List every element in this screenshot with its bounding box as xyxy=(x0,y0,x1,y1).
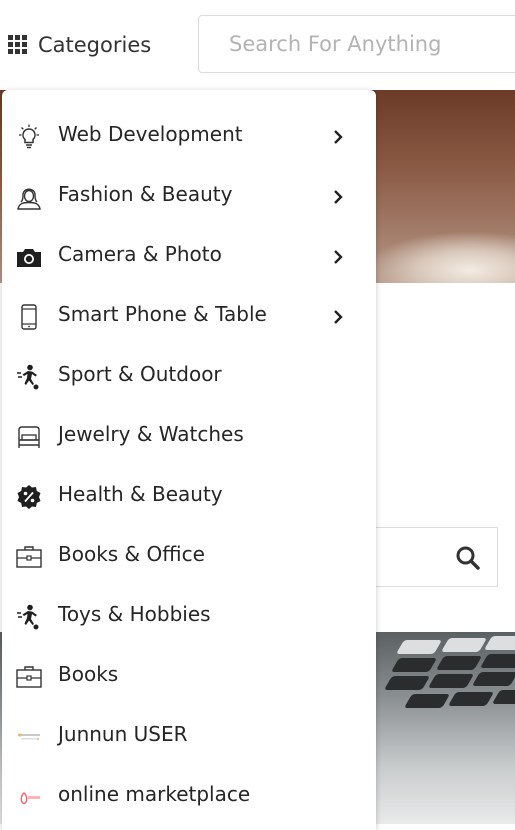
menu-item-junnun-user[interactable]: Junnun USER xyxy=(2,706,376,766)
brand-logo-icon xyxy=(18,733,40,741)
menu-item-label: Sport & Outdoor xyxy=(58,362,222,386)
airbnb-logo-icon xyxy=(20,792,40,805)
woman-avatar-icon xyxy=(17,188,41,210)
categories-label: Categories xyxy=(38,33,152,57)
menu-item-fashion-beauty[interactable]: Fashion & Beauty xyxy=(2,166,376,226)
menu-item-online-marketplace[interactable]: online marketplace xyxy=(2,766,376,826)
menu-item-jewelry-watches[interactable]: Jewelry & Watches xyxy=(2,406,376,466)
menu-item-label: Health & Beauty xyxy=(58,482,223,506)
chevron-right-icon xyxy=(334,130,343,144)
menu-item-books[interactable]: Books xyxy=(2,646,376,706)
menu-item-health-beauty[interactable]: Health & Beauty xyxy=(2,466,376,526)
soccer-player-icon xyxy=(17,604,39,630)
menu-item-toys-hobbies[interactable]: Toys & Hobbies xyxy=(2,586,376,646)
menu-item-label: Smart Phone & Table xyxy=(58,302,267,326)
menu-item-label: Books xyxy=(58,662,119,686)
search-icon[interactable] xyxy=(455,545,481,571)
menu-item-label: Jewelry & Watches xyxy=(58,422,244,446)
chevron-right-icon xyxy=(334,190,343,204)
background-search-field[interactable] xyxy=(360,527,498,587)
categories-dropdown-menu: Web Development Fashion & Beauty Camera … xyxy=(2,90,376,830)
briefcase-icon xyxy=(16,546,42,568)
menu-item-label: Web Development xyxy=(58,122,243,146)
search-box xyxy=(198,15,515,73)
bed-icon xyxy=(18,426,40,448)
chevron-right-icon xyxy=(334,310,343,324)
lightbulb-icon xyxy=(19,124,39,149)
grid-menu-icon xyxy=(8,35,27,54)
categories-toggle[interactable]: Categories xyxy=(8,30,151,60)
menu-item-label: Junnun USER xyxy=(58,722,188,746)
briefcase-icon xyxy=(16,666,42,688)
menu-item-label: Toys & Hobbies xyxy=(58,602,211,626)
smartphone-icon xyxy=(21,304,37,330)
menu-item-sport-outdoor[interactable]: Sport & Outdoor xyxy=(2,346,376,406)
menu-item-web-development[interactable]: Web Development xyxy=(2,106,376,166)
search-input[interactable] xyxy=(199,16,515,72)
chevron-right-icon xyxy=(334,250,343,264)
soccer-player-icon xyxy=(17,364,39,390)
menu-item-label: online marketplace xyxy=(58,782,251,806)
menu-item-books-office[interactable]: Books & Office xyxy=(2,526,376,586)
menu-item-smart-phone-table[interactable]: Smart Phone & Table xyxy=(2,286,376,346)
menu-item-label: Fashion & Beauty xyxy=(58,182,233,206)
header-bar: Categories xyxy=(0,0,515,90)
menu-item-label: Books & Office xyxy=(58,542,205,566)
menu-item-camera-photo[interactable]: Camera & Photo xyxy=(2,226,376,286)
camera-icon xyxy=(17,249,41,267)
menu-item-label: Camera & Photo xyxy=(58,242,222,266)
percent-badge-icon xyxy=(17,485,41,509)
